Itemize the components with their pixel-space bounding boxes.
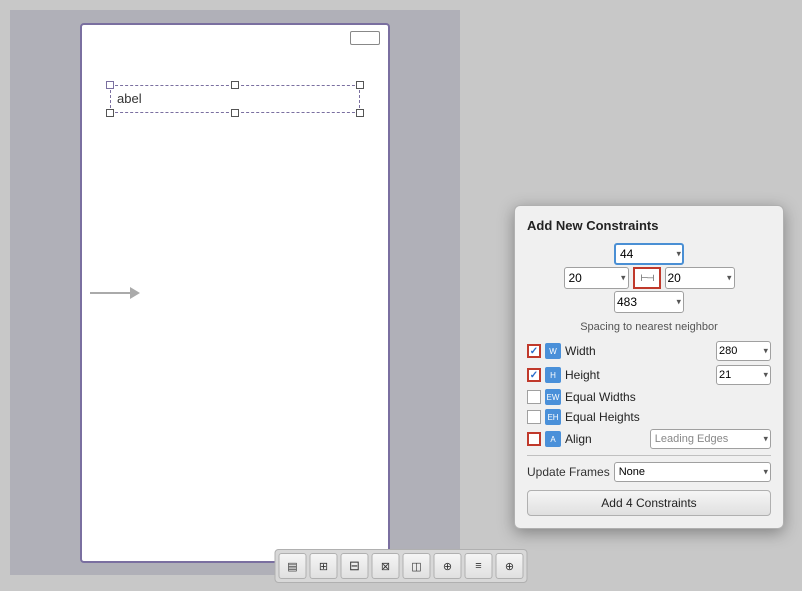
canvas-area: abel: [10, 10, 460, 575]
toolbar-btn-2[interactable]: ⊞: [310, 553, 338, 579]
height-icon: H: [545, 367, 561, 383]
spacing-bottom-select[interactable]: 483: [614, 291, 684, 313]
align-row: A Align Leading Edges: [527, 429, 771, 449]
handle-tl: [106, 81, 114, 89]
toolbar-btn-5[interactable]: ◫: [403, 553, 431, 579]
toolbar-icon-2: ⊞: [319, 560, 328, 573]
handle-bm: [231, 109, 239, 117]
handle-tr: [356, 81, 364, 89]
toolbar-btn-6[interactable]: ⊕: [434, 553, 462, 579]
toolbar-icon-3: ⊟: [349, 558, 360, 574]
toolbar-icon-6: ⊕: [443, 560, 452, 573]
divider: [527, 455, 771, 456]
toolbar-icon-8: ⊕: [505, 560, 514, 573]
equal-heights-icon: EH: [545, 409, 561, 425]
toolbar-icon-4: ⊠: [381, 560, 390, 573]
equal-heights-checkbox[interactable]: [527, 410, 541, 424]
handle-br: [356, 109, 364, 117]
height-checkbox[interactable]: [527, 368, 541, 382]
label-text: abel: [117, 91, 142, 106]
add-constraints-button[interactable]: Add 4 Constraints: [527, 490, 771, 516]
equal-widths-checkbox[interactable]: [527, 390, 541, 404]
width-value-select[interactable]: 280: [716, 341, 771, 361]
constraint-equal-heights-row: EH Equal Heights: [527, 409, 771, 425]
constraint-width-row: W Width 280: [527, 341, 771, 361]
toolbar-icon-5: ◫: [411, 560, 421, 573]
height-label: Height: [565, 368, 712, 382]
arrow-line: [90, 292, 130, 294]
update-frames-label: Update Frames: [527, 465, 610, 479]
spacing-label: Spacing to nearest neighbor: [527, 321, 771, 333]
width-label: Width: [565, 344, 712, 358]
spacing-right-select[interactable]: 20: [665, 267, 735, 289]
arrow-head: [130, 287, 140, 299]
height-value-select[interactable]: 21: [716, 365, 771, 385]
update-frames-select[interactable]: None: [614, 462, 771, 482]
toolbar-btn-1[interactable]: ▤: [279, 553, 307, 579]
spacing-center-icon: ⊢⊣: [633, 267, 661, 289]
panel-title: Add New Constraints: [527, 218, 771, 233]
toolbar-btn-8[interactable]: ⊕: [496, 553, 524, 579]
toolbar-btn-7[interactable]: ≡: [465, 553, 493, 579]
constraints-panel: Add New Constraints ⊢⊣ 20 483: [514, 205, 784, 529]
width-icon: W: [545, 343, 561, 359]
update-frames-row: Update Frames None: [527, 462, 771, 482]
width-checkbox[interactable]: [527, 344, 541, 358]
constraint-equal-widths-row: EW Equal Widths: [527, 389, 771, 405]
equal-widths-icon: EW: [545, 389, 561, 405]
spacing-top-input[interactable]: [614, 243, 684, 265]
equal-widths-label: Equal Widths: [565, 390, 771, 404]
spacing-widget: ⊢⊣ 20 483: [527, 243, 771, 315]
align-checkbox[interactable]: [527, 432, 541, 446]
label-element[interactable]: abel: [110, 85, 360, 113]
align-icon: A: [545, 431, 561, 447]
spacing-left-input[interactable]: [564, 267, 629, 289]
toolbar-icon-1: ▤: [287, 560, 297, 573]
toolbar-btn-4[interactable]: ⊠: [372, 553, 400, 579]
align-label: Align: [565, 432, 646, 446]
constraint-height-row: H Height 21: [527, 365, 771, 385]
toolbar-btn-3[interactable]: ⊟: [341, 553, 369, 579]
handle-bl: [106, 109, 114, 117]
toolbar-icon-7: ≡: [475, 560, 481, 572]
arrow: [90, 287, 140, 299]
equal-heights-label: Equal Heights: [565, 410, 771, 424]
bottom-toolbar: ▤ ⊞ ⊟ ⊠ ◫ ⊕ ≡ ⊕: [275, 549, 528, 583]
handle-tm: [231, 81, 239, 89]
align-select[interactable]: Leading Edges: [650, 429, 771, 449]
